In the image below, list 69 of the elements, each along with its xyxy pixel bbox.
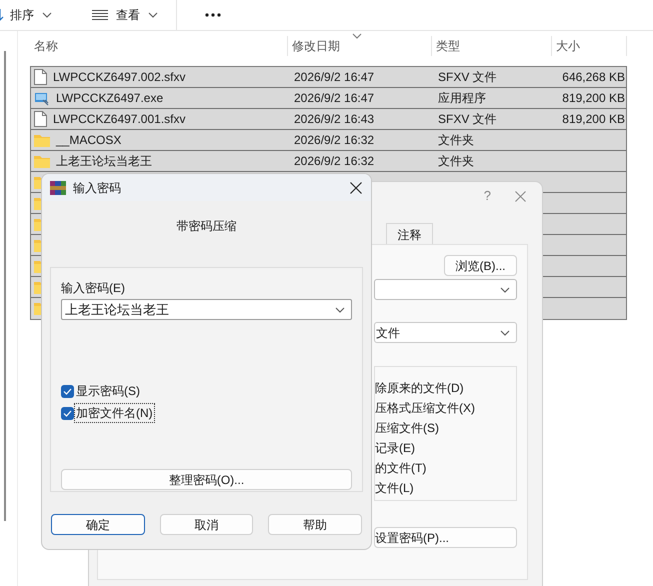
document-icon [34,111,47,127]
file-row[interactable]: LWPCCKZ6497.001.sfxv 2026/9/2 16:43 SFXV 文件 819,200 KB [31,109,626,130]
dialog-button[interactable]: 帮助 [268,514,362,535]
file-type: SFXV 文件 [438,112,497,126]
file-row[interactable]: __MACOSX 2026/9/2 16:32 文件夹 [31,130,626,151]
file-name: __MACOSX [56,132,122,149]
close-icon[interactable] [350,182,362,194]
dialog-heading: 带密码压缩 [176,218,236,235]
modified-date: 2026/9/2 16:43 [294,112,374,126]
file-type: SFXV 文件 [438,70,497,84]
column-header[interactable]: 名称 [34,37,58,55]
option-label[interactable]: 的文件(T) [375,459,516,476]
set-password-button[interactable]: 设置密码(P)... [374,527,517,548]
checkbox-label[interactable]: 显示密码(S) [75,382,141,400]
sort-button[interactable]: 排序 [0,6,52,24]
option-label[interactable]: 除原来的文件(D) [375,379,516,396]
file-type: 应用程序 [438,91,486,105]
file-name: LWPCCKZ6497.002.sfxv [53,69,186,86]
dropdown-caret-icon [500,330,510,336]
checkbox[interactable] [61,384,74,398]
file-size: 819,200 KB [562,91,625,105]
checkmark-icon [63,388,72,394]
folder-icon [34,154,50,168]
column-header[interactable]: 类型 [436,37,460,55]
checkbox[interactable] [61,406,74,420]
checkmark-icon [63,410,72,416]
file-row[interactable]: LWPCCKZ6497.002.sfxv 2026/9/2 16:47 SFXV 文件 646,268 KB [31,67,626,88]
view-button[interactable]: 查看 [92,0,177,30]
dropdown-caret-icon [500,286,510,292]
dialog-button[interactable]: 确定 [51,514,145,535]
option-label[interactable]: 压缩文件(S) [375,419,516,436]
folder-icon [34,134,50,146]
modified-date: 2026/9/2 16:32 [294,154,374,168]
more-icon [205,13,221,17]
tab[interactable]: 注释 [386,223,433,245]
file-type: 文件夹 [438,133,474,147]
file-name: 上老王论坛当老王 [56,153,152,170]
modified-date: 2026/9/2 16:47 [294,91,374,105]
password-label: 输入密码(E) [61,280,126,297]
dialog-button[interactable]: 取消 [160,514,254,535]
dropdown-caret-icon [42,12,52,18]
document-icon [34,69,47,85]
sort-indicator-icon [352,33,362,39]
option-label[interactable]: 记录(E) [375,439,516,456]
list-view-icon [92,10,108,20]
file-row[interactable]: 上老王论坛当老王 2026/9/2 16:32 文件夹 [31,151,626,172]
option-label[interactable]: 文件(L) [375,479,516,496]
checkbox-label[interactable]: 加密文件名(N) [75,404,154,422]
browse-button[interactable]: 浏览(B)... [444,255,517,276]
file-name: LWPCCKZ6497.exe [56,90,164,107]
dropdown-caret-icon [148,12,158,18]
window-title: 输入密码 [73,180,122,196]
option-label[interactable]: 压格式压缩文件(X) [375,399,516,416]
archive-app-icon [50,180,66,196]
modified-date: 2026/9/2 16:32 [294,133,374,147]
file-size: 646,268 KB [562,70,625,84]
scrollbar[interactable] [4,51,6,521]
column-header[interactable]: 大小 [556,37,580,55]
password-combo[interactable]: 上老王论坛当老王 [61,299,352,320]
file-name: LWPCCKZ6497.001.sfxv [53,111,186,128]
dropdown-caret-icon [335,306,345,312]
file-size: 819,200 KB [562,112,625,126]
file-row[interactable]: LWPCCKZ6497.exe 2026/9/2 16:47 应用程序 819,200 KB [31,88,626,109]
application-icon [34,90,50,106]
update-mode-dropdown[interactable]: 文件 [374,322,517,343]
file-type: 文件夹 [438,154,474,168]
modified-date: 2026/9/2 16:47 [294,70,374,84]
organize-passwords-button[interactable]: 整理密码(O)... [61,469,352,490]
column-header[interactable]: 修改日期 [292,37,340,55]
